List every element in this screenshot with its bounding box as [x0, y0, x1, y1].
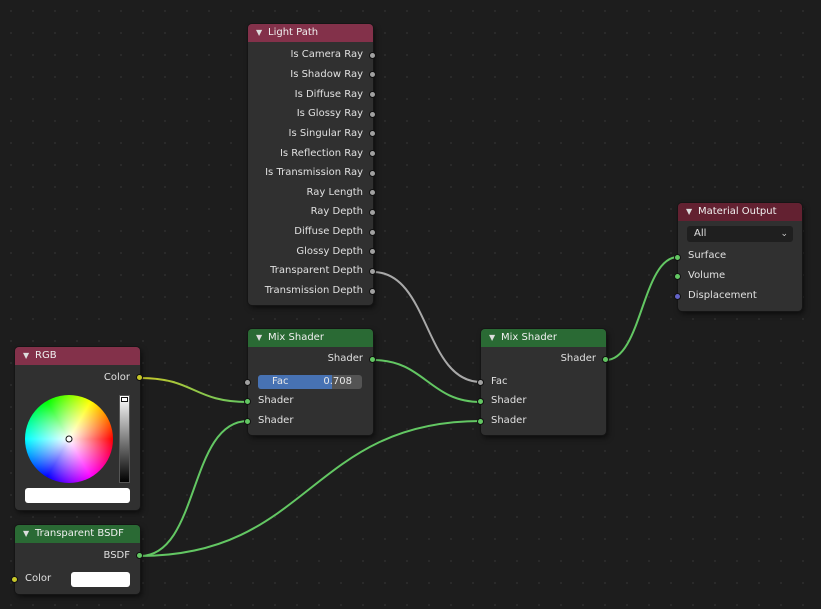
socket-displacement-in[interactable] [674, 293, 681, 300]
output-transparent-depth: Transparent Depth [270, 265, 363, 276]
node-title: Transparent BSDF [35, 528, 124, 539]
socket-mix1-shader-in-a[interactable] [244, 398, 251, 405]
mix-shader-node-1[interactable]: ▼ Mix Shader Shader Fac 0.708 Shader Shad… [244, 329, 376, 435]
transparent-bsdf-header[interactable]: ▼ Transparent BSDF [15, 525, 140, 543]
socket-mix2-fac-in[interactable] [477, 379, 484, 386]
material-output-header[interactable]: ▼ Material Output [678, 203, 802, 221]
output-is-transmission-ray: Is Transmission Ray [265, 167, 363, 178]
transparent-bsdf-node[interactable]: ▼ Transparent BSDF BSDF Color [11, 525, 143, 594]
collapse-chevron-icon[interactable]: ▼ [23, 347, 35, 365]
rgb-header[interactable]: ▼ RGB [15, 347, 140, 365]
link-mix2-to-output-surface [605, 256, 679, 361]
collapse-chevron-icon[interactable]: ▼ [23, 525, 35, 543]
socket-ray-depth[interactable] [369, 209, 376, 216]
fac-value: 0.708 [323, 376, 352, 387]
node-title: Material Output [698, 206, 777, 217]
socket-is-transmission-ray[interactable] [369, 170, 376, 177]
color-wheel-cursor[interactable] [65, 435, 73, 443]
socket-mix2-shader-in-b[interactable] [477, 418, 484, 425]
socket-transparent-depth[interactable] [369, 268, 376, 275]
link-rgb-color-to-mix1-shader [139, 377, 249, 403]
output-is-singular-ray: Is Singular Ray [288, 128, 363, 139]
socket-bsdf-out[interactable] [136, 552, 143, 559]
output-is-glossy-ray: Is Glossy Ray [296, 108, 363, 119]
collapse-chevron-icon[interactable]: ▼ [686, 203, 698, 221]
node-title: Mix Shader [268, 332, 324, 343]
output-is-shadow-ray: Is Shadow Ray [290, 69, 363, 80]
light-path-header[interactable]: ▼ Light Path [248, 24, 373, 42]
output-color-label: Color [103, 372, 130, 383]
input-displacement-label: Displacement [688, 290, 757, 301]
fac-slider-fill [258, 375, 332, 389]
socket-mix1-fac-in[interactable] [244, 379, 251, 386]
input-shader-b-label: Shader [258, 415, 294, 426]
fac-label: Fac [272, 376, 289, 387]
input-surface-label: Surface [688, 250, 727, 261]
output-diffuse-depth: Diffuse Depth [294, 226, 363, 237]
socket-mix2-shader-in-a[interactable] [477, 398, 484, 405]
input-shader-b-label: Shader [491, 415, 527, 426]
link-transparent-depth-to-mix2-fac [372, 271, 482, 383]
output-ray-length: Ray Length [306, 187, 363, 198]
socket-diffuse-depth[interactable] [369, 229, 376, 236]
target-dropdown[interactable]: All ⌄ [687, 226, 793, 242]
target-dropdown-value: All [694, 228, 707, 239]
socket-rgb-color-out[interactable] [136, 374, 143, 381]
socket-mix1-shader-out[interactable] [369, 356, 376, 363]
socket-transmission-depth[interactable] [369, 288, 376, 295]
node-title: RGB [35, 350, 57, 361]
collapse-chevron-icon[interactable]: ▼ [256, 24, 268, 42]
output-is-camera-ray: Is Camera Ray [290, 49, 363, 60]
socket-surface-in[interactable] [674, 254, 681, 261]
input-fac-label: Fac [491, 376, 508, 387]
bsdf-color-swatch[interactable] [71, 572, 130, 587]
collapse-chevron-icon[interactable]: ▼ [489, 329, 501, 347]
input-shader-a-label: Shader [491, 395, 527, 406]
link-mix1-to-mix2-shader [372, 359, 482, 403]
rgb-node[interactable]: ▼ RGB Color [15, 347, 143, 510]
chevron-down-icon: ⌄ [780, 229, 788, 239]
output-bsdf-label: BSDF [103, 550, 130, 561]
link-bsdf-to-mix1-shader [139, 420, 249, 557]
output-shader-label: Shader [327, 353, 363, 364]
output-is-reflection-ray: Is Reflection Ray [279, 148, 363, 159]
color-wheel[interactable] [25, 395, 113, 483]
socket-is-diffuse-ray[interactable] [369, 91, 376, 98]
output-ray-depth: Ray Depth [310, 206, 363, 217]
mix-shader-2-header[interactable]: ▼ Mix Shader [481, 329, 606, 347]
mix-shader-1-header[interactable]: ▼ Mix Shader [248, 329, 373, 347]
socket-is-glossy-ray[interactable] [369, 111, 376, 118]
mix-shader-node-2[interactable]: ▼ Mix Shader Shader Fac Shader Shader [477, 329, 609, 435]
value-slider[interactable] [119, 395, 130, 483]
link-bsdf-to-mix2-shader [139, 420, 482, 557]
light-path-node[interactable]: ▼ Light Path Is Camera Ray Is Shadow Ray … [248, 24, 376, 305]
material-output-node[interactable]: ▼ Material Output All ⌄ Surface Volume Di… [674, 203, 802, 311]
output-glossy-depth: Glossy Depth [296, 246, 363, 257]
node-title: Mix Shader [501, 332, 557, 343]
input-shader-a-label: Shader [258, 395, 294, 406]
rgb-color-swatch[interactable] [25, 488, 130, 503]
socket-is-singular-ray[interactable] [369, 130, 376, 137]
input-color-label: Color [25, 573, 52, 584]
socket-glossy-depth[interactable] [369, 248, 376, 255]
socket-mix2-shader-out[interactable] [602, 356, 609, 363]
output-is-diffuse-ray: Is Diffuse Ray [294, 89, 363, 100]
collapse-chevron-icon[interactable]: ▼ [256, 329, 268, 347]
output-shader-label: Shader [560, 353, 596, 364]
input-volume-label: Volume [688, 270, 726, 281]
socket-mix1-shader-in-b[interactable] [244, 418, 251, 425]
socket-is-camera-ray[interactable] [369, 52, 376, 59]
value-slider-handle[interactable] [121, 397, 128, 402]
output-transmission-depth: Transmission Depth [264, 285, 363, 296]
socket-bsdf-color-in[interactable] [11, 576, 18, 583]
socket-ray-length[interactable] [369, 189, 376, 196]
node-title: Light Path [268, 27, 319, 38]
fac-slider[interactable]: Fac 0.708 [258, 375, 362, 389]
socket-is-reflection-ray[interactable] [369, 150, 376, 157]
socket-volume-in[interactable] [674, 273, 681, 280]
socket-is-shadow-ray[interactable] [369, 71, 376, 78]
